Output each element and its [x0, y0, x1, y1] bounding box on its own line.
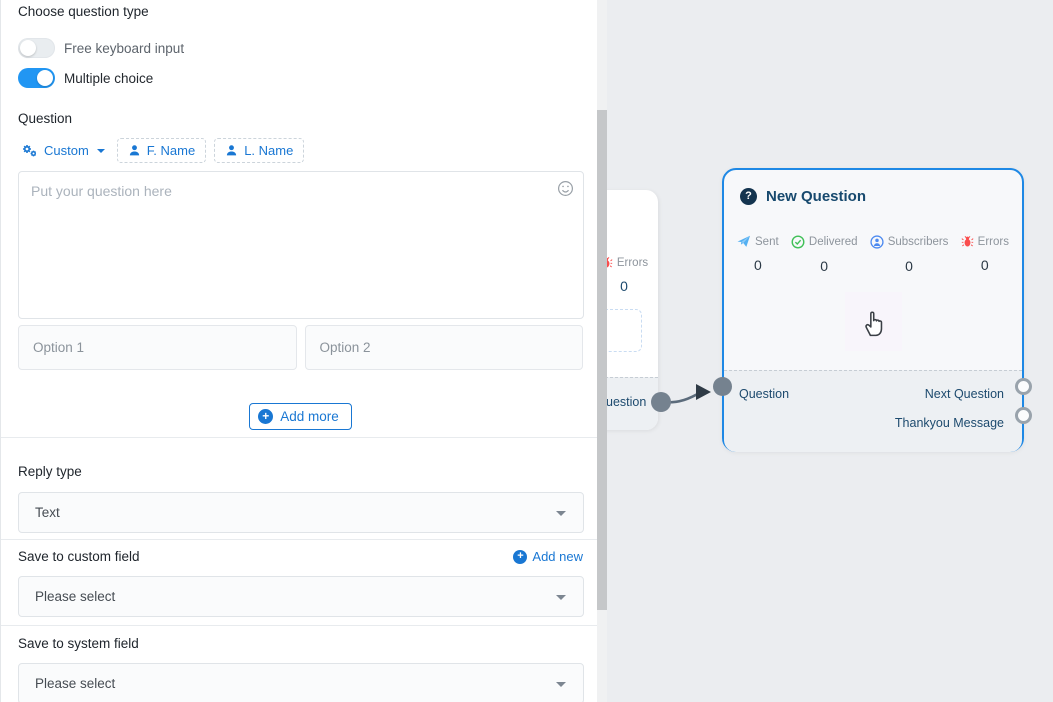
chevron-down-icon — [556, 511, 566, 516]
divider — [1, 437, 597, 438]
stat-label: Delivered — [809, 236, 858, 248]
save-system-field-label: Save to system field — [18, 636, 583, 651]
flow-canvas[interactable]: Errors 0 uestion ? New Question — [597, 0, 1053, 702]
divider — [1, 625, 597, 626]
reply-type-label: Reply type — [18, 464, 583, 479]
add-new-label: Add new — [532, 549, 583, 564]
lname-chip-label: L. Name — [244, 143, 293, 158]
panel-scrollbar-track[interactable] — [597, 0, 607, 702]
chevron-down-icon — [556, 682, 566, 687]
custom-chip-label: Custom — [44, 143, 89, 158]
system-field-value: Please select — [35, 676, 115, 691]
save-custom-field-label: Save to custom field — [18, 549, 140, 564]
option-1-input[interactable] — [18, 325, 297, 370]
person-icon — [225, 144, 238, 157]
toggle-knob — [37, 70, 53, 86]
custom-fields-dropdown-chip[interactable]: Custom — [18, 138, 109, 163]
question-section-label: Question — [18, 111, 583, 126]
add-more-label: Add more — [280, 409, 339, 424]
node-stats: Sent 0 Delivered 0 — [724, 235, 1022, 274]
bug-errors-icon — [961, 235, 974, 248]
stat-label: Subscribers — [888, 236, 949, 248]
node-header: ? New Question — [724, 170, 1022, 205]
delivered-icon — [791, 235, 805, 249]
next-question-port-handle[interactable] — [1015, 378, 1032, 395]
question-mark-icon: ? — [740, 188, 757, 205]
reply-type-select[interactable]: Text — [18, 492, 584, 533]
partial-errors-label: Errors — [617, 257, 648, 269]
merge-tag-chips: Custom F. Name L. Name — [18, 138, 583, 163]
input-port-label: Question — [739, 387, 789, 401]
question-textarea-wrap — [18, 171, 584, 319]
new-question-node[interactable]: ? New Question Sent 0 — [722, 168, 1024, 452]
add-new-custom-field-link[interactable]: + Add new — [513, 549, 583, 564]
choose-question-type-label: Choose question type — [18, 4, 583, 19]
flow-builder-screen: Choose question type Free keyboard input… — [0, 0, 1053, 702]
output-port-label: Next Question — [925, 387, 1004, 401]
panel-scrollbar-thumb[interactable] — [597, 110, 607, 610]
stat-value: 0 — [981, 257, 989, 273]
hand-pointer-cursor-icon — [860, 306, 887, 337]
system-field-select[interactable]: Please select — [18, 663, 584, 702]
partial-port-label: uestion — [606, 395, 646, 409]
stat-value: 0 — [754, 257, 762, 273]
stat-delivered: Delivered 0 — [791, 235, 858, 274]
send-icon — [737, 235, 751, 248]
free-keyboard-label: Free keyboard input — [64, 41, 184, 56]
input-port-handle[interactable] — [713, 377, 732, 396]
stat-errors: Errors 0 — [961, 235, 1009, 274]
emoji-picker-icon[interactable] — [557, 180, 574, 197]
last-name-tag-chip[interactable]: L. Name — [214, 138, 304, 163]
first-name-tag-chip[interactable]: F. Name — [117, 138, 206, 163]
divider — [1, 539, 597, 540]
thankyou-message-port-handle[interactable] — [1015, 407, 1032, 424]
options-row — [18, 325, 583, 370]
stat-subscribers: Subscribers 0 — [870, 235, 949, 274]
stat-label: Sent — [755, 236, 779, 248]
multiple-choice-toggle[interactable] — [18, 68, 55, 88]
plus-circle-icon: + — [513, 550, 527, 564]
cursor-highlight-area — [845, 292, 902, 351]
custom-field-value: Please select — [35, 589, 115, 604]
stat-sent: Sent 0 — [737, 235, 779, 274]
chevron-down-icon — [97, 149, 105, 153]
gears-icon — [22, 144, 38, 158]
custom-field-select[interactable]: Please select — [18, 576, 584, 617]
toggle-knob — [20, 40, 36, 56]
free-keyboard-toggle[interactable] — [18, 38, 55, 58]
add-more-button[interactable]: + Add more — [249, 403, 352, 430]
stat-value: 0 — [905, 258, 913, 274]
person-icon — [128, 144, 141, 157]
output-port-label: Thankyou Message — [895, 416, 1004, 430]
multiple-choice-toggle-row: Multiple choice — [18, 68, 583, 88]
multiple-choice-label: Multiple choice — [64, 71, 153, 86]
option-2-input[interactable] — [305, 325, 584, 370]
subscribers-icon — [870, 235, 884, 249]
node-ports-section: Question Next Question Thankyou Message — [724, 370, 1022, 452]
node-title: New Question — [766, 188, 866, 205]
stat-label: Errors — [978, 236, 1009, 248]
question-textarea[interactable] — [19, 172, 583, 318]
fname-chip-label: F. Name — [147, 143, 195, 158]
chevron-down-icon — [556, 595, 566, 600]
free-keyboard-toggle-row: Free keyboard input — [18, 38, 583, 58]
plus-circle-icon: + — [258, 409, 273, 424]
stat-value: 0 — [820, 258, 828, 274]
reply-type-value: Text — [35, 505, 60, 520]
question-config-panel: Choose question type Free keyboard input… — [0, 0, 597, 702]
